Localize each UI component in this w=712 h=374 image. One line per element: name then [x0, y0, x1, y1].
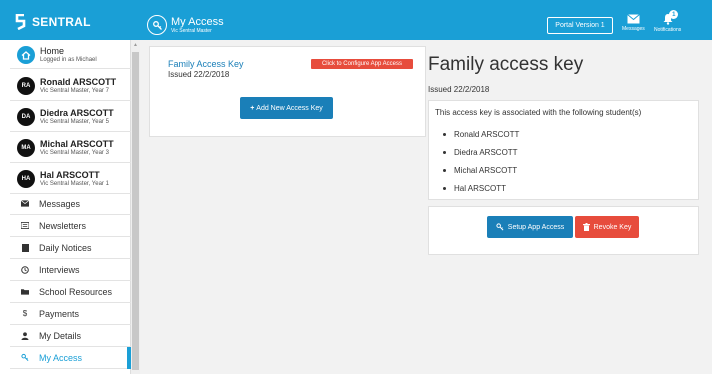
- sidebar-item-label: Daily Notices: [39, 242, 92, 253]
- notifications-count-badge: 1: [669, 10, 679, 19]
- access-key-issued: Issued 22/2/2018: [168, 70, 230, 79]
- detail-title: Family access key: [428, 54, 584, 75]
- sidebar-item-home[interactable]: Home Logged in as Michael: [10, 42, 131, 69]
- student-name: Hal ARSCOTT: [40, 170, 100, 180]
- sidebar-item-label: Newsletters: [39, 220, 87, 231]
- page-title: My Access: [171, 15, 224, 28]
- detail-issued: Issued 22/2/2018: [428, 85, 490, 94]
- student-name: Michal ARSCOTT: [40, 139, 114, 149]
- list-item: Hal ARSCOTT: [443, 179, 519, 197]
- associated-students-list: Ronald ARSCOTT Diedra ARSCOTT Michal ARS…: [443, 125, 519, 197]
- configure-app-access-badge[interactable]: Click to Configure App Access: [311, 59, 413, 69]
- plus-icon: +: [250, 104, 255, 112]
- portal-version-button[interactable]: Portal Version 1: [547, 17, 613, 34]
- notifications-button[interactable]: 1 Notifications: [654, 10, 682, 33]
- logged-in-label: Logged in as Michael: [40, 57, 97, 63]
- trash-icon: [582, 223, 590, 231]
- clock-icon: [21, 265, 29, 274]
- sidebar-item-interviews[interactable]: Interviews: [10, 259, 131, 281]
- sidebar-item-messages[interactable]: Messages: [10, 193, 131, 215]
- student-school: Vic Sentral Master, Year 1: [40, 181, 109, 187]
- sentral-logo-icon: [15, 14, 26, 30]
- sidebar-item-label: My Access: [39, 352, 83, 363]
- notifications-label: Notifications: [654, 27, 682, 33]
- active-indicator: [127, 347, 131, 369]
- avatar: RA: [17, 77, 35, 95]
- notice-icon: [21, 243, 29, 252]
- access-key-title-link[interactable]: Family Access Key: [168, 59, 244, 69]
- sidebar-item-student[interactable]: HA Hal ARSCOTT Vic Sentral Master, Year …: [10, 165, 131, 194]
- envelope-icon: [21, 200, 29, 208]
- student-name: Ronald ARSCOTT: [454, 129, 520, 139]
- sidebar-item-label: My Details: [39, 330, 82, 341]
- sidebar-item-my-access[interactable]: My Access: [10, 347, 131, 369]
- associated-students-text: This access key is associated with the f…: [435, 108, 642, 117]
- home-icon: [17, 46, 35, 64]
- avatar: DA: [17, 108, 35, 126]
- newspaper-icon: [21, 222, 29, 230]
- student-name: Hal ARSCOTT: [454, 183, 507, 193]
- sidebar-scroll-thumb[interactable]: [132, 52, 139, 370]
- key-icon: [147, 15, 167, 35]
- sidebar-item-label: Interviews: [39, 264, 80, 275]
- list-item: Michal ARSCOTT: [443, 161, 519, 179]
- list-item: Diedra ARSCOTT: [443, 143, 519, 161]
- sidebar-item-school-resources[interactable]: School Resources: [10, 281, 131, 303]
- sidebar-item-student[interactable]: DA Diedra ARSCOTT Vic Sentral Master, Ye…: [10, 103, 131, 132]
- student-name: Diedra ARSCOTT: [40, 108, 114, 118]
- student-school: Vic Sentral Master, Year 3: [40, 150, 109, 156]
- key-icon: [21, 353, 29, 362]
- page-header: My Access Vic Sentral Master: [147, 13, 224, 37]
- envelope-icon: [627, 14, 640, 24]
- setup-app-access-button[interactable]: Setup App Access: [487, 216, 573, 238]
- brand-name: SENTRAL: [32, 15, 91, 29]
- setup-app-access-label: Setup App Access: [507, 223, 565, 231]
- folder-icon: [21, 288, 29, 296]
- messages-label: Messages: [622, 26, 645, 32]
- student-school: Vic Sentral Master, Year 5: [40, 119, 109, 125]
- sidebar-item-student[interactable]: RA Ronald ARSCOTT Vic Sentral Master, Ye…: [10, 72, 131, 101]
- sidebar-item-student[interactable]: MA Michal ARSCOTT Vic Sentral Master, Ye…: [10, 134, 131, 163]
- page-subtitle: Vic Sentral Master: [171, 27, 212, 34]
- student-name: Diedra ARSCOTT: [454, 147, 518, 157]
- add-access-key-label: Add New Access Key: [256, 104, 323, 112]
- sidebar-item-my-details[interactable]: My Details: [10, 325, 131, 347]
- sidebar-item-daily-notices[interactable]: Daily Notices: [10, 237, 131, 259]
- avatar: HA: [17, 170, 35, 188]
- dollar-icon: $: [22, 309, 28, 318]
- sidebar-item-payments[interactable]: $ Payments: [10, 303, 131, 325]
- list-item: Ronald ARSCOTT: [443, 125, 519, 143]
- revoke-key-button[interactable]: Revoke Key: [575, 216, 639, 238]
- student-name: Michal ARSCOTT: [454, 165, 518, 175]
- sidebar-item-newsletters[interactable]: Newsletters: [10, 215, 131, 237]
- scroll-up-icon[interactable]: ▲: [132, 42, 139, 48]
- sidebar-item-label: School Resources: [39, 286, 113, 297]
- sidebar-item-label: Payments: [39, 308, 80, 319]
- messages-button[interactable]: Messages: [622, 14, 645, 32]
- avatar: MA: [17, 139, 35, 157]
- sidebar-item-label: Messages: [39, 198, 81, 209]
- key-icon: [496, 223, 504, 231]
- revoke-key-label: Revoke Key: [593, 223, 632, 231]
- home-label: Home: [40, 46, 65, 56]
- student-school: Vic Sentral Master, Year 7: [40, 88, 109, 94]
- student-name: Ronald ARSCOTT: [40, 77, 117, 87]
- add-access-key-button[interactable]: + Add New Access Key: [240, 97, 333, 119]
- brand-logo[interactable]: SENTRAL: [14, 12, 91, 32]
- user-icon: [21, 331, 29, 340]
